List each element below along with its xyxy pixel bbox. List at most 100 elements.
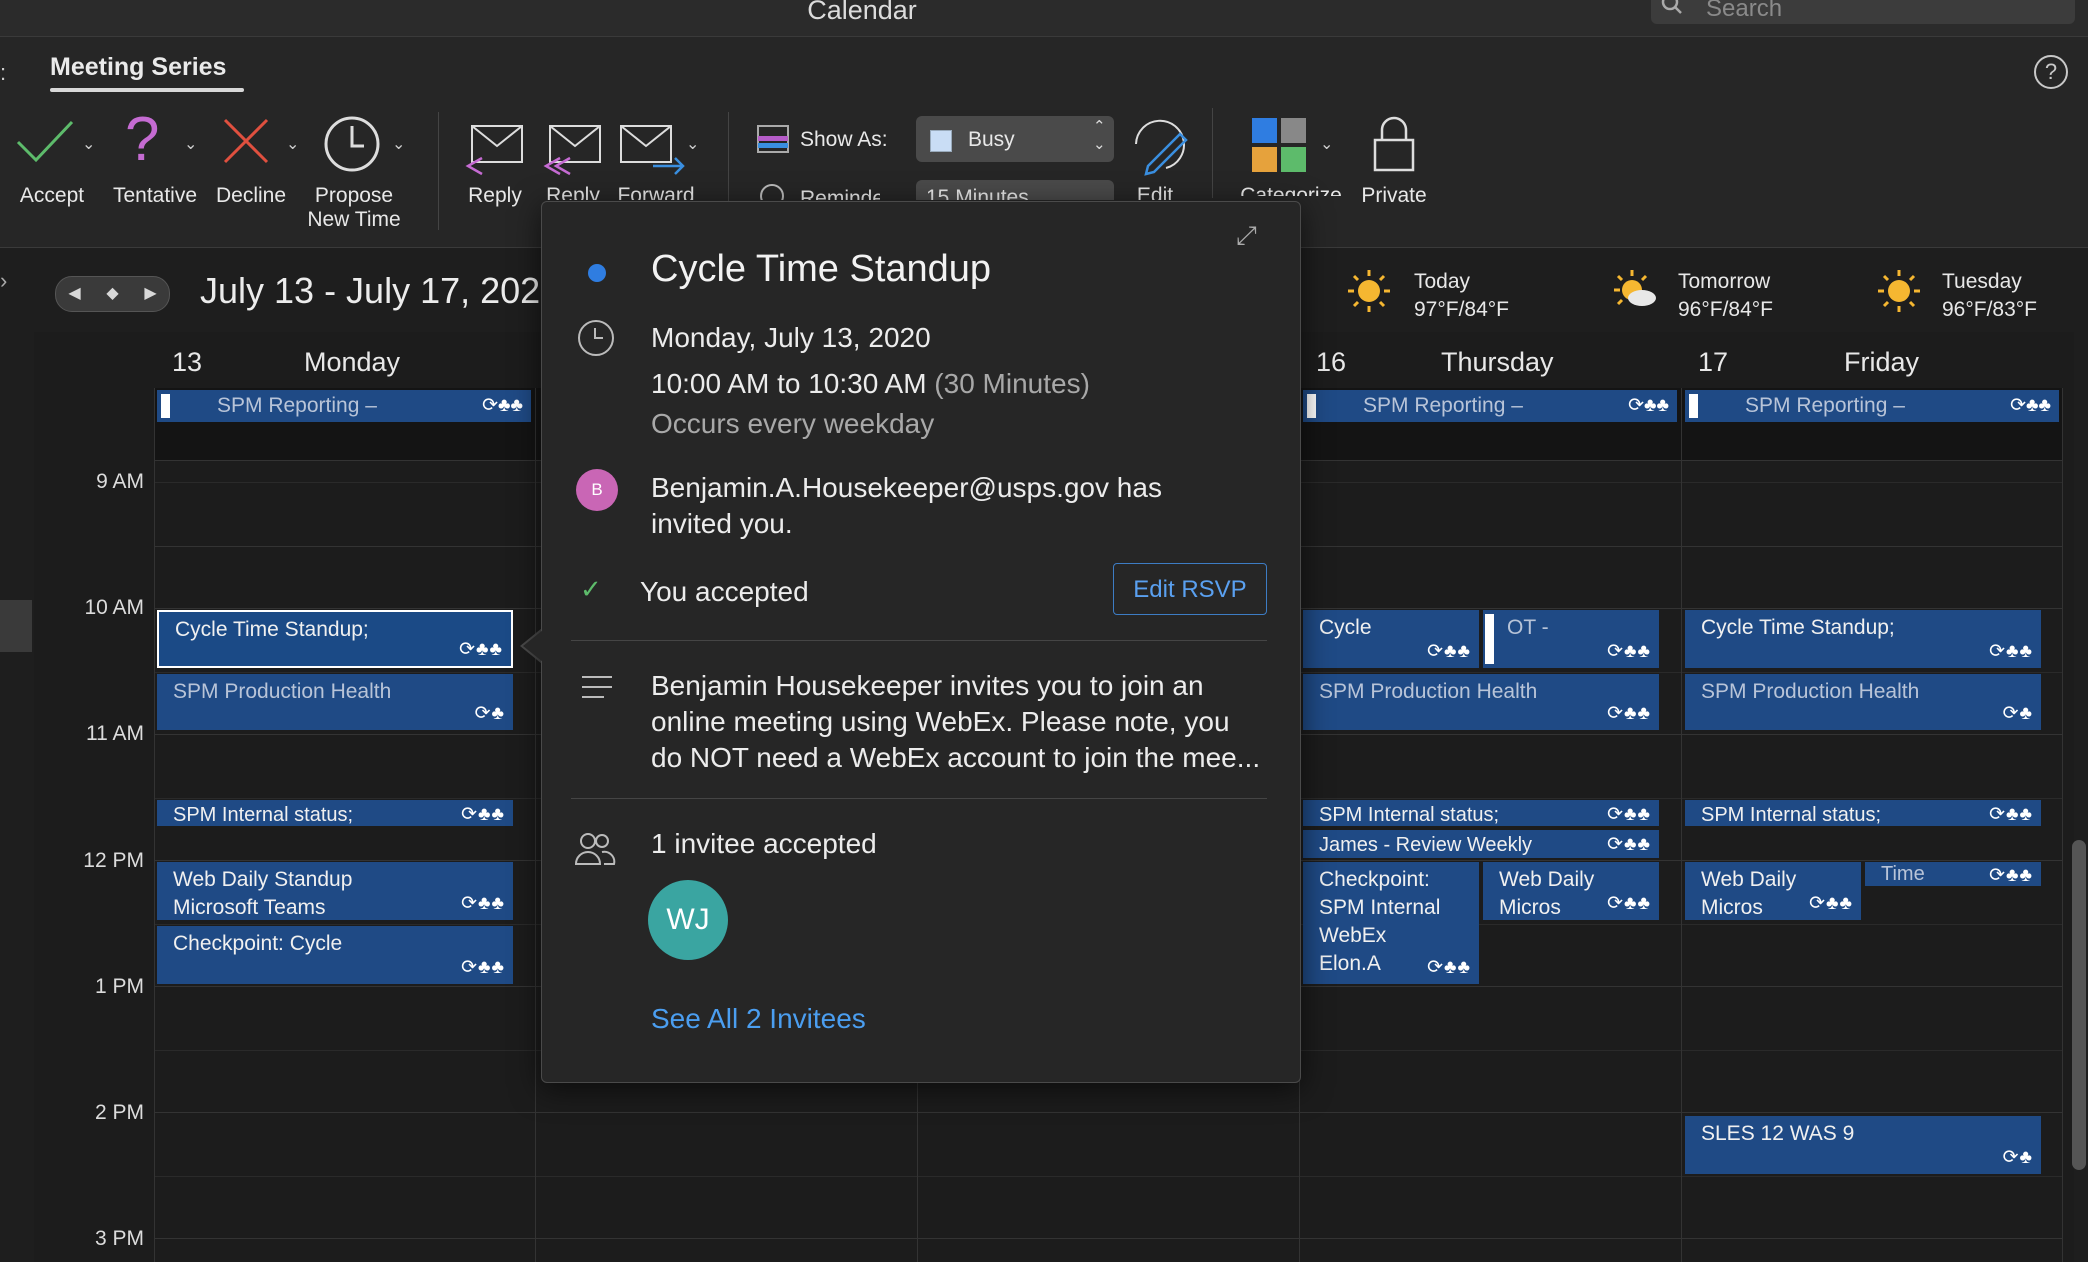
grid-line xyxy=(1681,388,1682,1262)
help-icon[interactable]: ? xyxy=(2034,55,2068,89)
event-marker xyxy=(1307,394,1316,418)
notes-icon xyxy=(582,676,612,706)
recurring-reminder-attendees-icon: ⟳♣♣ xyxy=(482,395,523,416)
categorize-icon xyxy=(1252,118,1306,172)
recurring-reminder-attendees-icon: ⟳♣♣ xyxy=(1607,834,1651,855)
forward-dropdown-icon[interactable]: ⌄ xyxy=(686,134,699,154)
day-name[interactable]: Thursday xyxy=(1441,347,1554,378)
sun-icon xyxy=(1348,270,1390,312)
reply-icon xyxy=(465,125,523,176)
all-day-event[interactable]: SPM Reporting – ⟳♣♣ xyxy=(1303,390,1677,422)
all-day-event[interactable]: SPM Reporting – ⟳♣♣ xyxy=(1685,390,2059,422)
check-icon xyxy=(16,120,74,163)
reminder-select[interactable]: 15 Minutes xyxy=(916,180,1114,200)
organizer-suffix: has xyxy=(1109,472,1162,503)
sidebar-toggle-icon[interactable]: › xyxy=(0,268,7,294)
day-number[interactable]: 17 xyxy=(1698,347,1728,378)
event-cycle-time-standup[interactable]: Cycle Time Standup; ⟳♣♣ xyxy=(1685,610,2041,668)
see-all-invitees-link[interactable]: See All 2 Invitees xyxy=(651,1003,866,1035)
notes-line: do NOT need a WebEx account to join the … xyxy=(651,742,1261,773)
event-marker xyxy=(161,394,170,418)
event-spm-production-health[interactable]: SPM Production Health ⟳♣♣ xyxy=(1303,674,1659,730)
event-duration: (30 Minutes) xyxy=(934,368,1090,399)
next-week-button[interactable]: ▶ xyxy=(132,277,169,311)
event-title: Cycle xyxy=(1319,616,1372,639)
event-ot[interactable]: OT - ⟳♣♣ xyxy=(1483,610,1659,668)
ribbon-overflow-icon[interactable]: : xyxy=(0,60,6,86)
vertical-scrollbar[interactable] xyxy=(2072,840,2086,1170)
edit-rsvp-button[interactable]: Edit RSVP xyxy=(1113,563,1267,615)
event-spm-internal-status[interactable]: SPM Internal status; ⟳♣♣ xyxy=(1303,800,1659,826)
event-web-daily-standup[interactable]: Web Daily Standup Microsoft Teams ⟳♣♣ xyxy=(157,862,513,920)
grid-line xyxy=(154,388,155,1262)
sun-icon xyxy=(1878,270,1920,312)
invitee-avatar[interactable]: WJ xyxy=(648,880,728,960)
private-button[interactable]: Private xyxy=(1352,114,1436,212)
forward-button[interactable]: Forward xyxy=(615,118,705,200)
all-day-event[interactable]: SPM Reporting – ⟳♣♣ xyxy=(157,390,531,422)
organizer-email[interactable]: Benjamin.A.Housekeeper@usps.gov xyxy=(651,472,1109,503)
recurring-reminder-attendees-icon: ⟳♣♣ xyxy=(1989,641,2033,662)
time-label: 9 AM xyxy=(96,470,144,493)
notes-line: online meeting using WebEx. Please note,… xyxy=(651,706,1230,737)
event-checkpoint-cycle[interactable]: Checkpoint: Cycle ⟳♣♣ xyxy=(157,926,513,984)
categorize-label: Categorize xyxy=(1240,184,1342,196)
event-title: James - Review Weekly xyxy=(1319,834,1533,856)
tab-meeting-series[interactable]: Meeting Series xyxy=(50,53,226,82)
ribbon-separator xyxy=(728,112,729,202)
event-spm-production-health[interactable]: SPM Production Health ⟳♣ xyxy=(157,674,513,730)
event-spm-internal-status[interactable]: SPM Internal status; ⟳♣♣ xyxy=(1685,800,2041,826)
event-title: Checkpoint: Cycle xyxy=(173,932,343,955)
categorize-dropdown-icon[interactable]: ⌄ xyxy=(1320,134,1333,154)
edit-label: Edit xyxy=(1136,184,1174,200)
categorize-button[interactable]: Categorize xyxy=(1236,114,1356,196)
edit-button[interactable]: Edit xyxy=(1124,112,1190,200)
event-subtitle: Microsoft Teams xyxy=(173,896,326,919)
weather-day: Tuesday xyxy=(1942,270,2022,293)
expand-icon[interactable]: ⤢ xyxy=(1236,220,1257,252)
search-placeholder: Search xyxy=(1706,0,1783,22)
event-spm-production-health[interactable]: SPM Production Health ⟳♣ xyxy=(1685,674,2041,730)
event-title: Checkpoint: xyxy=(1319,868,1430,891)
recurring-reminder-attendees-icon: ⟳♣♣ xyxy=(1427,641,1471,662)
event-time: 10:00 AM to 10:30 AM xyxy=(651,368,927,399)
event-web-daily[interactable]: Web Daily Micros ⟳♣♣ xyxy=(1483,862,1659,920)
accept-dropdown-icon[interactable]: ⌄ xyxy=(82,134,95,154)
propose-dropdown-icon[interactable]: ⌄ xyxy=(392,134,405,154)
event-cycle-time-standup[interactable]: Cycle Time Standup; ⟳♣♣ xyxy=(157,610,513,668)
popover-pointer xyxy=(523,630,543,662)
day-number[interactable]: 13 xyxy=(172,347,202,378)
event-time-range: 10:00 AM to 10:30 AM (30 Minutes) xyxy=(651,366,1090,402)
day-number[interactable]: 16 xyxy=(1316,347,1346,378)
event-time[interactable]: Time ⟳♣♣ xyxy=(1865,862,2041,886)
recurring-reminder-attendees-icon: ⟳♣♣ xyxy=(1809,893,1853,914)
grid-line xyxy=(154,1238,2062,1239)
reply-button[interactable]: Reply xyxy=(460,118,530,208)
event-title: Time xyxy=(1881,863,1925,885)
recurring-reminder-attendees-icon: ⟳♣♣ xyxy=(1607,804,1651,825)
decline-label: Decline xyxy=(215,184,287,207)
day-name[interactable]: Monday xyxy=(304,347,400,378)
event-james-review-weekly[interactable]: James - Review Weekly ⟳♣♣ xyxy=(1303,830,1659,858)
propose-new-time-button[interactable]: Propose New Time xyxy=(307,112,420,232)
sun-cloud-icon xyxy=(1614,270,1656,306)
today-button[interactable]: ◆ xyxy=(94,277,131,311)
sidebar-handle[interactable] xyxy=(0,600,32,652)
event-cycle[interactable]: Cycle ⟳♣♣ xyxy=(1303,610,1479,668)
reply-all-button[interactable]: Reply xyxy=(538,118,608,200)
grid-line xyxy=(154,1176,2062,1177)
tentative-dropdown-icon[interactable]: ⌄ xyxy=(184,134,197,154)
event-sles-12-was-9[interactable]: SLES 12 WAS 9 ⟳♣ xyxy=(1685,1116,2041,1174)
event-line: SPM Internal xyxy=(1319,896,1441,919)
day-name[interactable]: Friday xyxy=(1844,347,1919,378)
time-label: 2 PM xyxy=(94,1101,144,1124)
prev-week-button[interactable]: ◀ xyxy=(56,277,93,311)
recurring-reminder-attendees-icon: ⟳♣♣ xyxy=(2010,395,2051,416)
event-web-daily[interactable]: Web Daily Micros ⟳♣♣ xyxy=(1685,862,1861,920)
decline-dropdown-icon[interactable]: ⌄ xyxy=(286,134,299,154)
event-checkpoint-spm-internal[interactable]: Checkpoint: SPM Internal WebEx Elon.A ⟳♣♣ xyxy=(1303,862,1479,984)
reminder-icon xyxy=(760,184,784,200)
tab-underline xyxy=(50,88,244,92)
date-nav: ◀ ◆ ▶ xyxy=(55,276,170,312)
event-spm-internal-status[interactable]: SPM Internal status; ⟳♣♣ xyxy=(157,800,513,826)
